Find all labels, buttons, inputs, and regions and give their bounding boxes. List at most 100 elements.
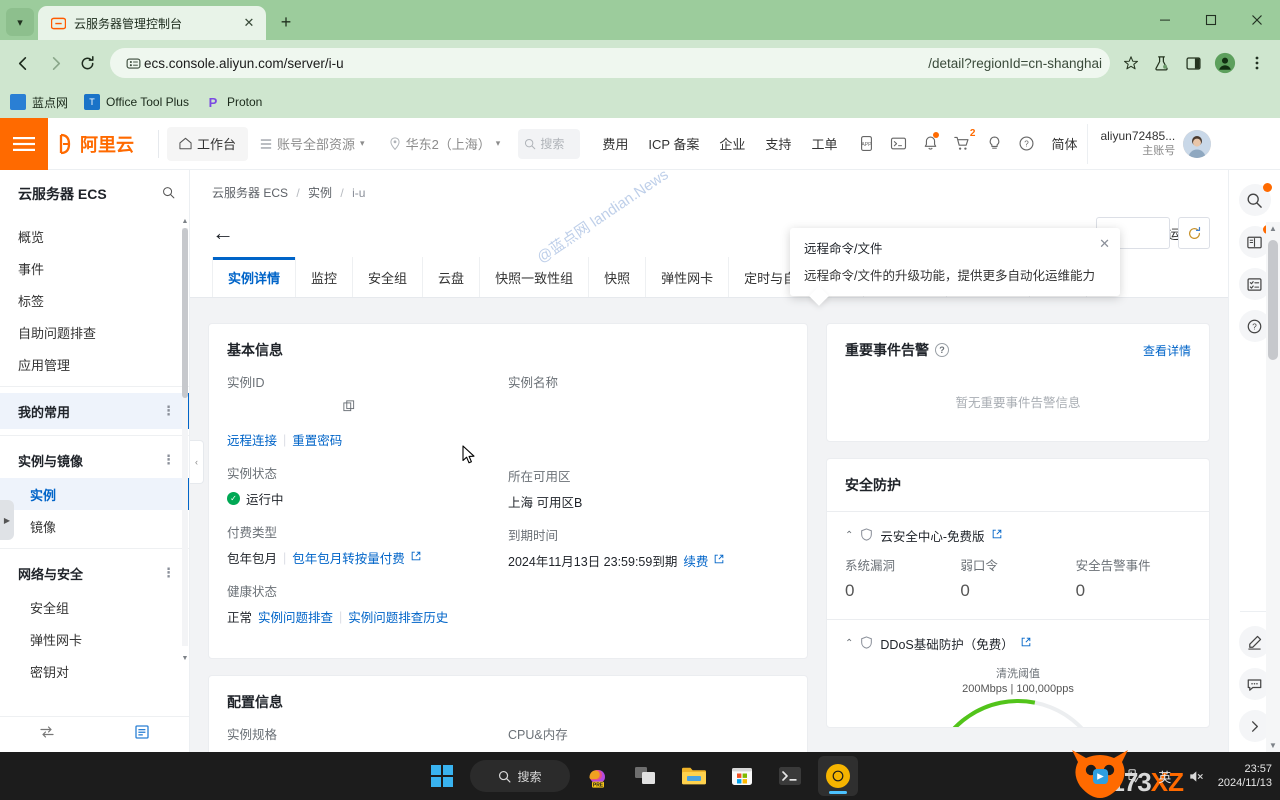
more-dots-icon[interactable]: ⋮: [162, 453, 175, 466]
app-tray-icon[interactable]: [1090, 765, 1112, 787]
labs-flask-icon[interactable]: [1146, 48, 1176, 78]
remote-connect-link[interactable]: 远程连接: [227, 430, 277, 449]
sidebar-collapse-handle[interactable]: ‹: [190, 440, 204, 484]
file-explorer-icon[interactable]: [674, 756, 714, 796]
bookmark-item[interactable]: 蓝点网: [10, 94, 68, 111]
tab-cloud-disk[interactable]: 云盘: [423, 257, 481, 297]
header-nav-icp[interactable]: ICP 备案: [638, 134, 709, 153]
breadcrumb-instances[interactable]: 实例: [308, 186, 332, 200]
minimize-icon[interactable]: [1142, 0, 1188, 40]
sidebar-expand-handle[interactable]: ▶: [0, 500, 14, 540]
profile-icon[interactable]: [1210, 48, 1240, 78]
cloudshell-icon[interactable]: [883, 129, 913, 159]
tab-snapshot-consistency-group[interactable]: 快照一致性组: [480, 257, 590, 297]
sidebar-item-app-management[interactable]: 应用管理: [0, 348, 189, 380]
menu-burger-icon[interactable]: [0, 118, 48, 170]
workbench-button[interactable]: 工作台: [167, 126, 249, 161]
cart-icon[interactable]: 2: [947, 128, 977, 159]
tab-security-group[interactable]: 安全组: [353, 257, 424, 297]
terminal-icon[interactable]: [770, 756, 810, 796]
reset-password-link[interactable]: 重置密码: [292, 430, 342, 449]
sidebar-item-images[interactable]: 镜像: [0, 510, 189, 542]
header-nav-enterprise[interactable]: 企业: [709, 134, 755, 153]
tab-search-chevron-icon[interactable]: ▾: [6, 8, 34, 36]
close-window-icon[interactable]: [1234, 0, 1280, 40]
sidebar-item-self-troubleshoot[interactable]: 自助问题排查: [0, 316, 189, 348]
reload-icon[interactable]: [72, 48, 102, 78]
idea-icon[interactable]: [979, 129, 1009, 159]
page-scrollbar[interactable]: ▲ ▼: [1266, 222, 1280, 752]
view-detail-link[interactable]: 查看详情: [1143, 342, 1191, 359]
usb-icon[interactable]: [1122, 765, 1144, 787]
avatar[interactable]: [1183, 129, 1212, 158]
external-link-icon[interactable]: [1021, 637, 1031, 650]
region-selector[interactable]: 华东2（上海） ▾: [377, 127, 513, 161]
scroll-up-icon[interactable]: ▲: [1266, 224, 1280, 233]
sidebar-group-network-security[interactable]: 网络与安全 ⋮: [0, 555, 189, 591]
aliyun-logo[interactable]: 阿里云: [48, 131, 158, 157]
sidebar-item-tags[interactable]: 标签: [0, 284, 189, 316]
security-section-sas[interactable]: ⌃ 云安全中心-免费版: [827, 512, 1209, 549]
tab-instance-detail[interactable]: 实例详情: [212, 257, 297, 297]
chevron-up-icon[interactable]: ⌃: [845, 530, 853, 541]
chevron-up-icon[interactable]: ⌃: [845, 638, 853, 649]
task-view-icon[interactable]: [626, 756, 666, 796]
sidebar-group-instances-images[interactable]: 实例与镜像 ⋮: [0, 442, 189, 478]
browser-tab[interactable]: 云服务器管理控制台 ✕: [38, 6, 266, 40]
address-bar[interactable]: ecs.console.aliyun.com/server/i-u /detai…: [110, 48, 1110, 78]
microsoft-store-icon[interactable]: [722, 756, 762, 796]
scrollbar-thumb[interactable]: [182, 228, 188, 398]
copilot-icon[interactable]: PRE: [578, 756, 618, 796]
sidebar-item-instances[interactable]: 实例: [0, 478, 189, 510]
header-nav-support[interactable]: 支持: [755, 134, 801, 153]
tab-monitoring[interactable]: 监控: [296, 257, 354, 297]
bookmark-item[interactable]: P Proton: [205, 94, 263, 110]
taskbar-search-box[interactable]: 搜索: [470, 760, 570, 792]
breadcrumb-root[interactable]: 云服务器 ECS: [212, 186, 288, 200]
scroll-down-icon[interactable]: ▼: [181, 655, 189, 662]
chrome-menu-icon[interactable]: [1242, 48, 1272, 78]
copy-icon[interactable]: [343, 399, 355, 415]
ime-label[interactable]: 英: [1154, 765, 1176, 787]
sidebar-group-favorites[interactable]: 我的常用 ⋮: [0, 393, 189, 429]
back-icon[interactable]: [8, 48, 38, 78]
bell-icon[interactable]: [915, 129, 945, 159]
more-dots-icon[interactable]: ⋮: [162, 404, 175, 417]
app-icon[interactable]: APP: [851, 129, 881, 159]
scroll-down-icon[interactable]: ▼: [1266, 741, 1280, 750]
sidebar-item-keypairs[interactable]: 密钥对: [0, 655, 189, 687]
maximize-icon[interactable]: [1188, 0, 1234, 40]
swap-icon[interactable]: [39, 725, 55, 744]
convert-to-payg-link[interactable]: 包年包月转按量付费: [292, 548, 405, 567]
sidebar-item-overview[interactable]: 概览: [0, 220, 189, 252]
sidebar-scrollbar[interactable]: ▲ ▼: [181, 218, 189, 662]
renew-link[interactable]: 续费: [683, 551, 708, 570]
header-nav-fee[interactable]: 费用: [592, 134, 638, 153]
search-icon[interactable]: [1238, 183, 1272, 216]
resource-scope-selector[interactable]: 账号全部资源 ▾: [248, 127, 377, 161]
side-panel-icon[interactable]: [1178, 48, 1208, 78]
taskbar-clock[interactable]: 23:57 2024/11/13: [1218, 762, 1272, 791]
user-account-menu[interactable]: aliyun72485... 主账号: [1087, 123, 1221, 164]
more-dots-icon[interactable]: ⋮: [162, 566, 175, 579]
sidebar-item-eni[interactable]: 弹性网卡: [0, 623, 189, 655]
sidebar-item-security-groups[interactable]: 安全组: [0, 591, 189, 623]
help-icon[interactable]: ?: [1011, 129, 1041, 159]
windows-start-icon[interactable]: [422, 756, 462, 796]
tab-snapshot[interactable]: 快照: [589, 257, 647, 297]
site-settings-icon[interactable]: [122, 52, 144, 74]
sidebar-item-events[interactable]: 事件: [0, 252, 189, 284]
refresh-button[interactable]: [1178, 217, 1210, 249]
volume-muted-icon[interactable]: [1186, 765, 1208, 787]
header-search-input[interactable]: 搜索: [518, 128, 581, 159]
language-selector[interactable]: 简体: [1041, 134, 1087, 153]
instance-troubleshoot-history-link[interactable]: 实例问题排查历史: [348, 607, 448, 626]
doc-icon[interactable]: [134, 724, 150, 745]
external-link-icon[interactable]: [992, 529, 1002, 542]
tab-eni[interactable]: 弹性网卡: [646, 257, 730, 297]
bookmark-item[interactable]: T Office Tool Plus: [84, 94, 189, 110]
page-scrollbar-thumb[interactable]: [1268, 240, 1278, 360]
back-arrow-icon[interactable]: ←: [212, 222, 234, 244]
tab-close-icon[interactable]: ✕: [240, 14, 258, 32]
scroll-up-icon[interactable]: ▲: [181, 218, 189, 225]
